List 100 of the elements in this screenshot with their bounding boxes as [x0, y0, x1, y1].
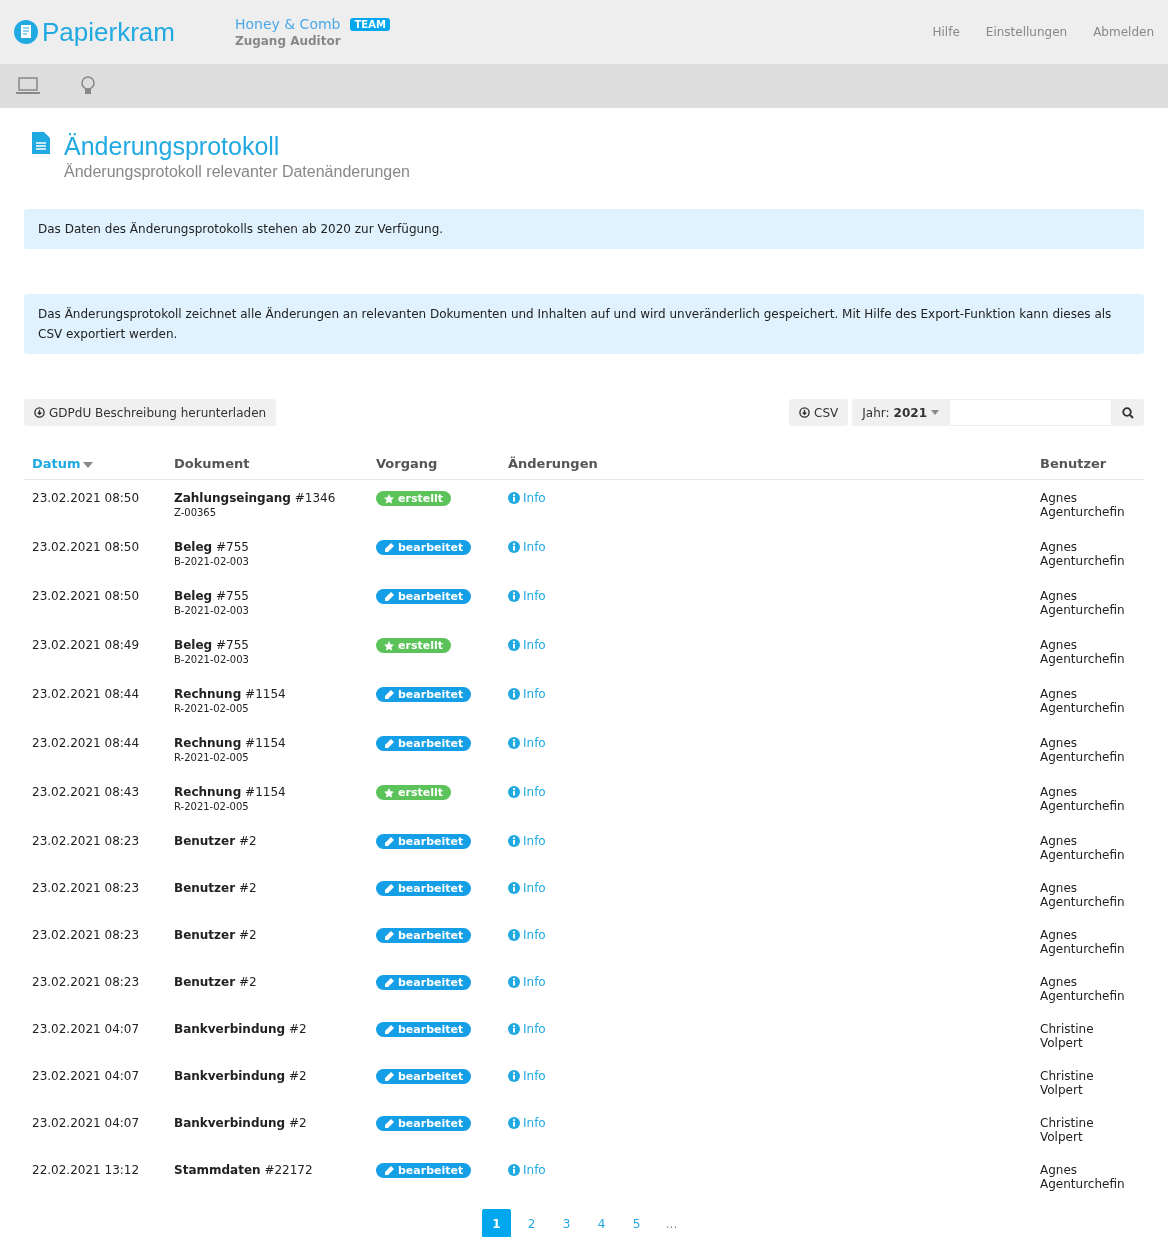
star-icon: [384, 787, 394, 798]
document-link[interactable]: Beleg #755: [174, 638, 249, 652]
page-link[interactable]: 5: [622, 1209, 651, 1237]
download-button[interactable]: GDPdU Beschreibung herunterladen: [24, 399, 277, 426]
user-cell: Agnes Agenturchefin: [1040, 881, 1125, 909]
document-link[interactable]: Stammdaten #22172: [174, 1163, 313, 1177]
document-link[interactable]: Bankverbindung #2: [174, 1022, 307, 1036]
document-icon: [32, 132, 50, 154]
laptop-icon[interactable]: [15, 77, 41, 95]
document-number: B-2021-02-003: [174, 605, 250, 616]
action-badge: bearbeitet: [376, 1022, 472, 1037]
info-alert: Das Änderungsprotokoll zeichnet alle Änderungen an relevanten Dokumenten und Inhalten auf und wird unveränderlich gespeichert. Mit Hilfe des Export-Funktion kann dieses als CSV exportiert werden.: [24, 294, 1144, 354]
page-link[interactable]: 2: [517, 1209, 546, 1237]
column-header[interactable]: Änderungen: [508, 456, 598, 471]
column-header[interactable]: Vorgang: [376, 456, 438, 471]
date-cell: 23.02.2021 08:23: [32, 834, 140, 848]
document-number: B-2021-02-003: [174, 556, 250, 567]
info-icon: [508, 688, 520, 700]
pencil-icon: [384, 591, 394, 602]
document-link[interactable]: Benutzer #2: [174, 975, 257, 989]
pencil-icon: [384, 1118, 394, 1129]
year-dropdown[interactable]: Jahr: 2021: [852, 399, 949, 426]
info-link[interactable]: Info: [508, 785, 546, 799]
document-link[interactable]: Rechnung #1154: [174, 736, 286, 750]
document-link[interactable]: Benutzer #2: [174, 834, 257, 848]
action-badge: bearbeitet: [376, 1069, 472, 1084]
document-link[interactable]: Benutzer #2: [174, 881, 257, 895]
document-link[interactable]: Bankverbindung #2: [174, 1069, 307, 1083]
action-badge: bearbeitet: [376, 975, 472, 990]
nav-link[interactable]: Hilfe: [932, 25, 960, 39]
action-badge: bearbeitet: [376, 1163, 472, 1178]
user-cell: Agnes Agenturchefin: [1040, 491, 1125, 519]
info-link[interactable]: Info: [508, 1116, 546, 1130]
date-cell: 23.02.2021 04:07: [32, 1069, 140, 1083]
info-icon: [508, 492, 520, 504]
document-link[interactable]: Rechnung #1154: [174, 785, 286, 799]
info-link[interactable]: Info: [508, 736, 546, 750]
document-link[interactable]: Benutzer #2: [174, 928, 257, 942]
info-icon: [508, 541, 520, 553]
company-link[interactable]: Honey & Comb: [234, 16, 341, 32]
action-badge: bearbeitet: [376, 687, 472, 702]
info-icon: [508, 1164, 520, 1176]
date-cell: 23.02.2021 04:07: [32, 1022, 140, 1036]
info-link[interactable]: Info: [508, 491, 546, 505]
logo-text[interactable]: Papierkram: [42, 16, 175, 48]
info-icon: [508, 737, 520, 749]
info-icon: [508, 1117, 520, 1129]
search-button[interactable]: [1112, 399, 1144, 426]
info-icon: [508, 639, 520, 651]
user-cell: Agnes Agenturchefin: [1040, 785, 1125, 813]
team-badge: TEAM: [350, 17, 390, 31]
user-cell: Agnes Agenturchefin: [1040, 928, 1125, 956]
pencil-icon: [384, 542, 394, 553]
pencil-icon: [384, 977, 394, 988]
info-link[interactable]: Info: [508, 638, 546, 652]
column-header[interactable]: Dokument: [174, 456, 250, 471]
info-link[interactable]: Info: [508, 1163, 546, 1177]
info-link[interactable]: Info: [508, 687, 546, 701]
page-link[interactable]: 3: [552, 1209, 581, 1237]
user-cell: Agnes Agenturchefin: [1040, 687, 1125, 715]
document-link[interactable]: Beleg #755: [174, 540, 249, 554]
document-link[interactable]: Beleg #755: [174, 589, 249, 603]
info-icon: [508, 976, 520, 988]
lightbulb-icon[interactable]: [81, 76, 95, 96]
pencil-icon: [384, 689, 394, 700]
info-link[interactable]: Info: [508, 540, 546, 554]
download-icon: [799, 407, 811, 418]
info-link[interactable]: Info: [508, 881, 546, 895]
info-link[interactable]: Info: [508, 589, 546, 603]
info-icon: [508, 590, 520, 602]
pencil-icon: [384, 1165, 394, 1176]
sort-caret-icon: [82, 462, 93, 468]
nav-link[interactable]: Einstellungen: [985, 25, 1068, 39]
page-link[interactable]: 4: [587, 1209, 616, 1237]
info-icon: [508, 882, 520, 894]
info-link[interactable]: Info: [508, 928, 546, 942]
pencil-icon: [384, 883, 394, 894]
csv-button[interactable]: CSV: [789, 399, 849, 426]
info-link[interactable]: Info: [508, 1022, 546, 1036]
column-header[interactable]: Datum: [32, 456, 93, 471]
action-badge: bearbeitet: [376, 928, 472, 943]
document-link[interactable]: Zahlungseingang #1346: [174, 491, 336, 505]
info-link[interactable]: Info: [508, 1069, 546, 1083]
download-icon: [34, 407, 45, 418]
column-header[interactable]: Benutzer: [1040, 456, 1107, 471]
date-cell: 23.02.2021 08:49: [32, 638, 140, 652]
action-badge: bearbeitet: [376, 881, 472, 896]
pencil-icon: [384, 1024, 394, 1035]
document-link[interactable]: Rechnung #1154: [174, 687, 286, 701]
user-cell: Agnes Agenturchefin: [1040, 589, 1125, 617]
star-icon: [384, 640, 394, 651]
info-link[interactable]: Info: [508, 975, 546, 989]
page-link[interactable]: 1: [482, 1209, 511, 1237]
info-icon: [508, 1023, 520, 1035]
info-link[interactable]: Info: [508, 834, 546, 848]
pagination-ellipsis: ...: [664, 1215, 679, 1233]
info-icon: [508, 1070, 520, 1082]
user-cell: Agnes Agenturchefin: [1040, 540, 1125, 568]
document-link[interactable]: Bankverbindung #2: [174, 1116, 307, 1130]
nav-link[interactable]: Abmelden: [1093, 25, 1154, 39]
